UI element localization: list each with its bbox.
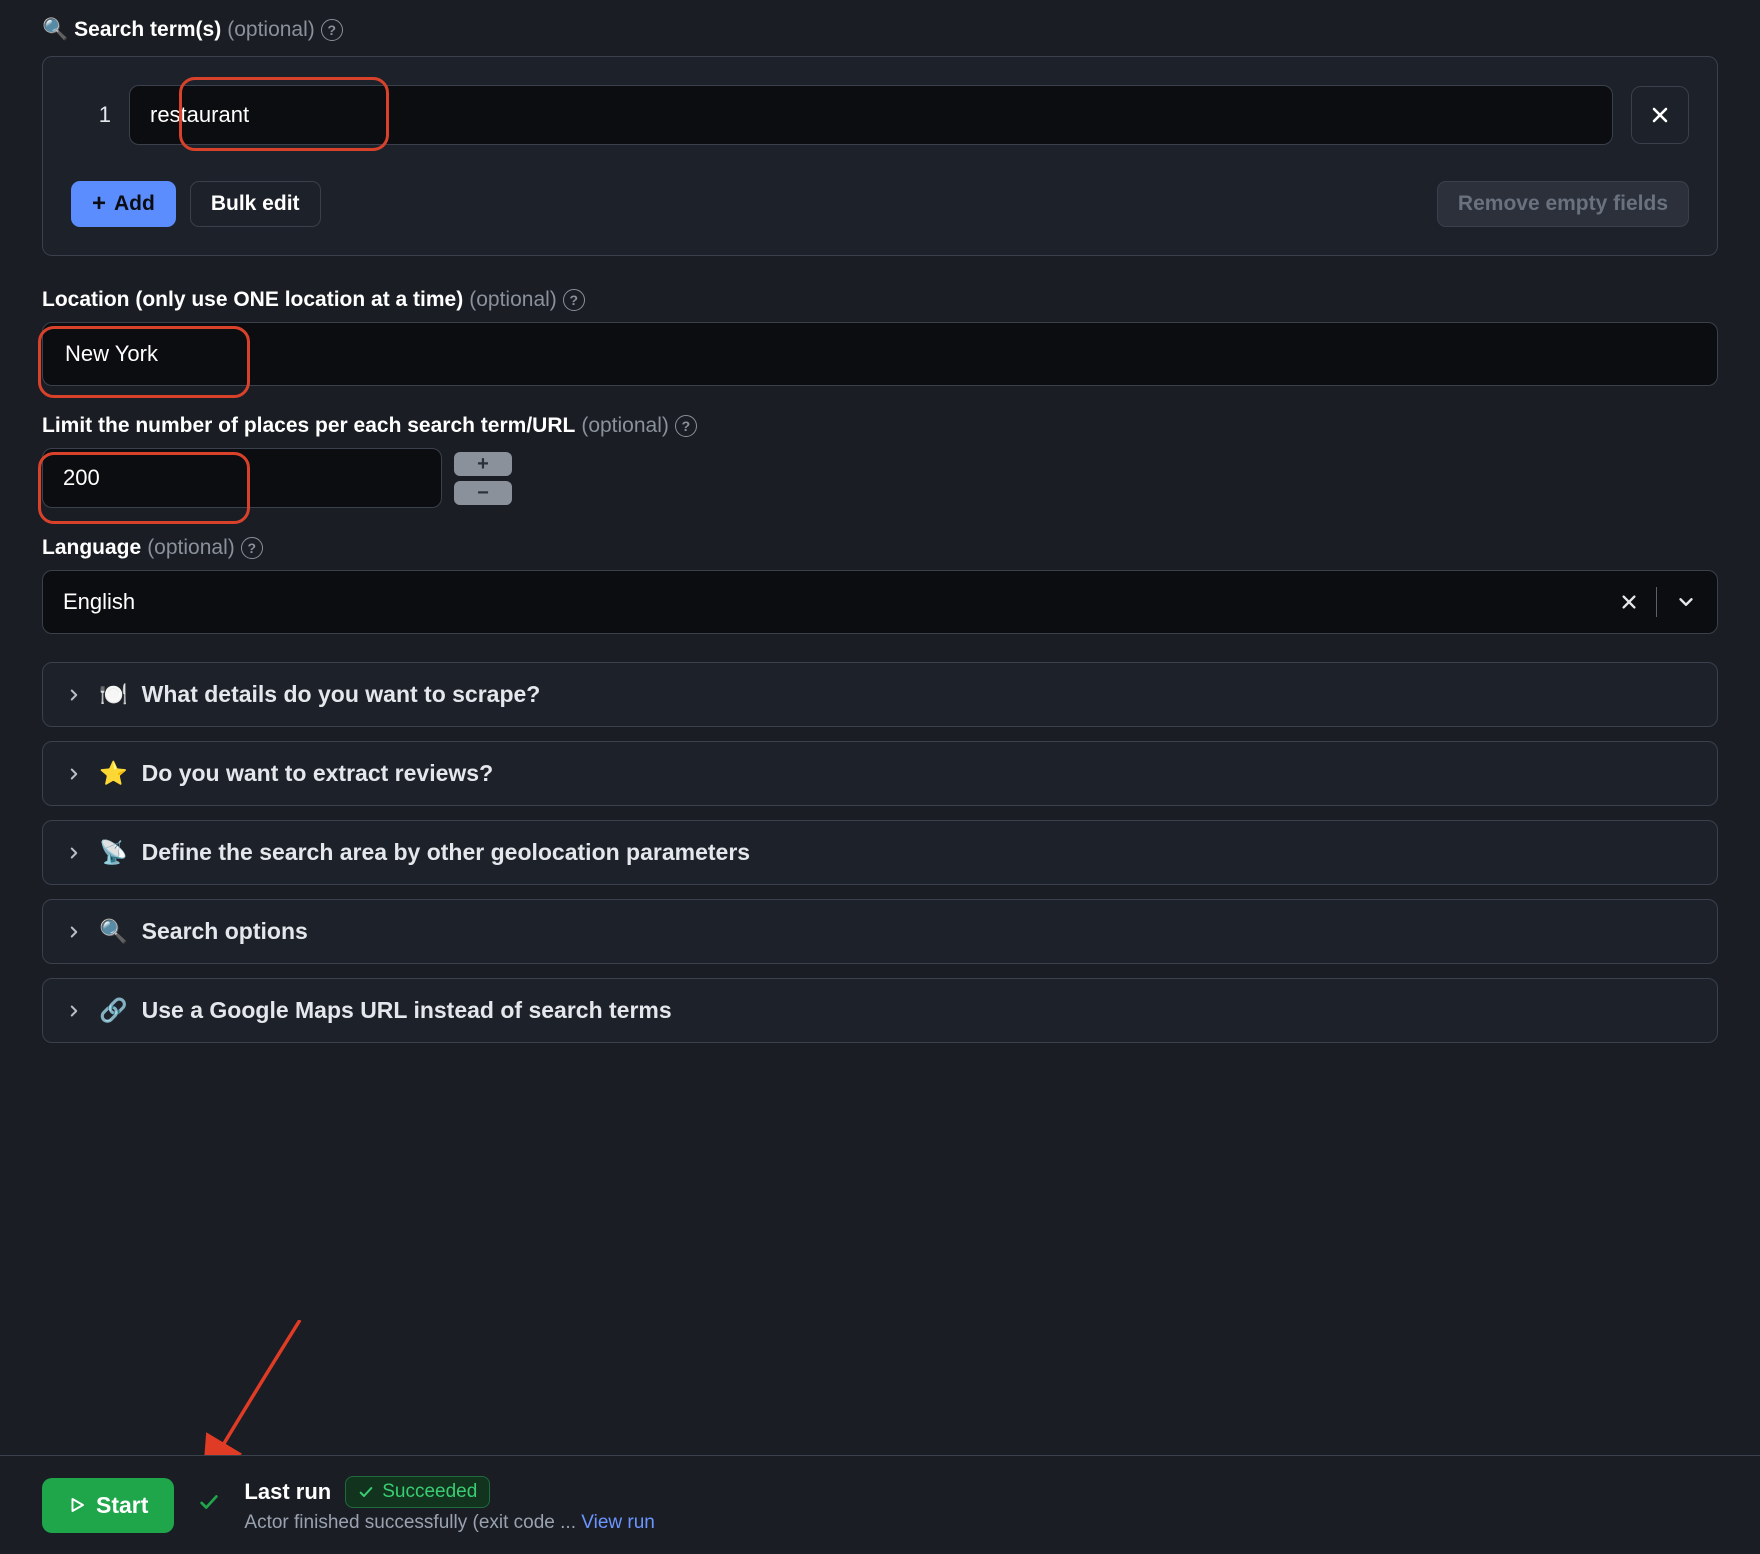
location-optional: (optional) <box>469 288 557 312</box>
status-badge-label: Succeeded <box>382 1481 477 1503</box>
search-terms-label: 🔍 Search term(s) (optional) ? <box>42 18 343 42</box>
accordion-label: Define the search area by other geolocat… <box>142 839 750 866</box>
close-icon <box>1650 105 1670 125</box>
help-icon[interactable]: ? <box>321 19 343 41</box>
add-button[interactable]: + Add <box>71 181 176 227</box>
plus-icon: + <box>92 192 106 216</box>
footer-bar: Start Last run Succeeded Actor finished … <box>0 1455 1760 1554</box>
search-icon: 🔍 <box>42 18 68 42</box>
search-terms-label-text: Search term(s) <box>74 18 221 42</box>
chevron-right-icon <box>63 921 85 943</box>
search-terms-optional: (optional) <box>227 18 315 42</box>
chevron-right-icon <box>63 763 85 785</box>
check-icon <box>198 1491 220 1519</box>
search-term-input[interactable] <box>129 85 1613 145</box>
last-run-label: Last run <box>244 1479 331 1505</box>
accordion-reviews[interactable]: ⭐ Do you want to extract reviews? <box>42 741 1718 806</box>
location-label: Location (only use ONE location at a tim… <box>42 288 585 312</box>
step-down-button[interactable]: − <box>454 481 512 505</box>
help-icon[interactable]: ? <box>241 537 263 559</box>
chevron-down-icon <box>1675 591 1697 613</box>
start-button-label: Start <box>96 1492 148 1519</box>
limit-optional: (optional) <box>581 414 669 438</box>
location-label-text: Location (only use ONE location at a tim… <box>42 288 463 312</box>
language-value: English <box>63 589 135 615</box>
accordion-label: Use a Google Maps URL instead of search … <box>142 997 672 1024</box>
row-number: 1 <box>71 102 111 128</box>
start-button[interactable]: Start <box>42 1478 174 1533</box>
search-terms-panel: 1 + Add Bulk edit Remove empty fields <box>42 56 1718 256</box>
limit-label-text: Limit the number of places per each sear… <box>42 414 575 438</box>
help-icon[interactable]: ? <box>675 415 697 437</box>
chevron-right-icon <box>63 684 85 706</box>
step-up-button[interactable]: + <box>454 452 512 476</box>
accordion-details[interactable]: 🍽️ What details do you want to scrape? <box>42 662 1718 727</box>
language-label-text: Language <box>42 536 141 560</box>
bulk-edit-button[interactable]: Bulk edit <box>190 181 321 227</box>
bulk-edit-label: Bulk edit <box>211 192 300 216</box>
chevron-right-icon <box>63 1000 85 1022</box>
add-button-label: Add <box>114 192 155 216</box>
last-run-subtext: Actor finished successfully (exit code .… <box>244 1512 576 1533</box>
accordion-label: Do you want to extract reviews? <box>142 760 493 787</box>
view-run-link[interactable]: View run <box>581 1512 655 1533</box>
check-icon <box>358 1484 374 1500</box>
status-badge: Succeeded <box>345 1476 490 1508</box>
limit-input[interactable] <box>42 448 442 508</box>
accordion-emoji: 🔍 <box>99 918 128 945</box>
play-icon <box>68 1496 86 1514</box>
remove-row-button[interactable] <box>1631 86 1689 144</box>
accordion-url[interactable]: 🔗 Use a Google Maps URL instead of searc… <box>42 978 1718 1043</box>
accordion-emoji: ⭐ <box>99 760 128 787</box>
accordion-emoji: 📡 <box>99 839 128 866</box>
chevron-right-icon <box>63 842 85 864</box>
accordion-label: What details do you want to scrape? <box>142 681 541 708</box>
divider <box>1656 587 1657 617</box>
clear-icon[interactable] <box>1620 593 1638 611</box>
accordion-emoji: 🔗 <box>99 997 128 1024</box>
accordion-emoji: 🍽️ <box>99 681 128 708</box>
accordion-label: Search options <box>142 918 308 945</box>
remove-empty-label: Remove empty fields <box>1458 192 1668 216</box>
accordion-geolocation[interactable]: 📡 Define the search area by other geoloc… <box>42 820 1718 885</box>
language-select[interactable]: English <box>42 570 1718 634</box>
limit-label: Limit the number of places per each sear… <box>42 414 697 438</box>
location-input[interactable] <box>42 322 1718 386</box>
accordion-search-options[interactable]: 🔍 Search options <box>42 899 1718 964</box>
language-label: Language (optional) ? <box>42 536 263 560</box>
language-optional: (optional) <box>147 536 235 560</box>
remove-empty-fields-button: Remove empty fields <box>1437 181 1689 227</box>
help-icon[interactable]: ? <box>563 289 585 311</box>
